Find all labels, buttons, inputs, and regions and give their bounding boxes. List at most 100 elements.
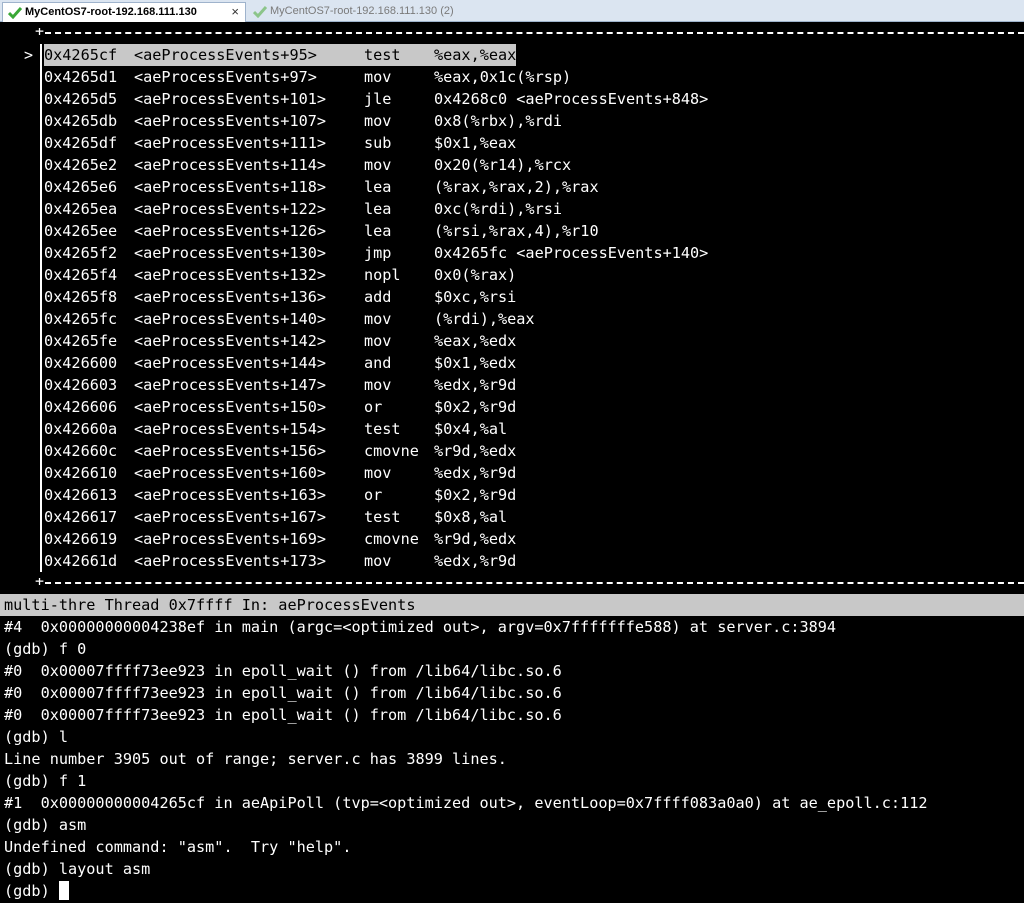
asm-opcode: or	[364, 486, 383, 504]
tab-label: MyCentOS7-root-192.168.111.130 (2)	[270, 5, 454, 17]
asm-opcode: mov	[364, 156, 392, 174]
asm-row: 0x426600 <aeProcessEvents+144> and $0x1,%ed…	[44, 352, 516, 374]
asm-symbol: <aeProcessEvents+101>	[134, 90, 327, 108]
tab-session-1[interactable]: MyCentOS7-root-192.168.111.130 ×	[2, 2, 246, 22]
asm-row: 0x4265fe <aeProcessEvents+142> mov %eax,%ed…	[44, 330, 516, 352]
console-line: (gdb) asm	[4, 816, 87, 834]
asm-opcode: mov	[364, 376, 392, 394]
asm-address: 0x426613	[44, 486, 118, 504]
asm-opcode: jle	[364, 90, 392, 108]
status-line: multi-thre Thread 0x7ffff In: aeProcessE…	[0, 594, 1024, 616]
asm-row: 0x426610 <aeProcessEvents+160> mov %edx,%r9…	[44, 462, 516, 484]
asm-opcode: mov	[364, 332, 392, 350]
asm-operands: $0x1,%edx	[434, 354, 517, 372]
asm-address: 0x4265d1	[44, 68, 118, 86]
asm-opcode: mov	[364, 310, 392, 328]
asm-address: 0x4265ee	[44, 222, 118, 240]
asm-symbol: <aeProcessEvents+107>	[134, 112, 327, 130]
asm-operands: 0x4265fc <aeProcessEvents+140>	[434, 244, 709, 262]
asm-address: 0x4265db	[44, 112, 118, 130]
asm-opcode: cmovne	[364, 442, 419, 460]
asm-row: 0x4265db <aeProcessEvents+107> mov 0x8(%rbx…	[44, 110, 562, 132]
asm-address: 0x426600	[44, 354, 118, 372]
asm-operands: (%rsi,%rax,4),%r10	[434, 222, 599, 240]
asm-operands: 0x0(%rax)	[434, 266, 517, 284]
asm-operands: $0xc,%rsi	[434, 288, 517, 306]
asm-opcode: test	[364, 420, 401, 438]
tab-session-2[interactable]: MyCentOS7-root-192.168.111.130 (2)	[248, 2, 478, 22]
asm-row: 0x42660c <aeProcessEvents+156> cmovne %r9d,…	[44, 440, 516, 462]
asm-pane-left-border	[40, 44, 42, 572]
asm-row: 0x426617 <aeProcessEvents+167> test $0x8,%a…	[44, 506, 507, 528]
console-line: (gdb) f 0	[4, 640, 87, 658]
asm-symbol: <aeProcessEvents+160>	[134, 464, 327, 482]
asm-address: 0x4265cf	[44, 46, 118, 64]
gdb-prompt-line[interactable]: (gdb)	[4, 880, 69, 902]
asm-address: 0x426603	[44, 376, 118, 394]
asm-symbol: <aeProcessEvents+132>	[134, 266, 327, 284]
asm-symbol: <aeProcessEvents+95>	[134, 46, 317, 64]
connected-check-icon	[8, 7, 22, 19]
asm-address: 0x4265e2	[44, 156, 118, 174]
asm-row: 0x4265d1 <aeProcessEvents+97> mov %eax,0x1c…	[44, 66, 571, 88]
asm-address: 0x4265fe	[44, 332, 118, 350]
asm-address: 0x42661d	[44, 552, 118, 570]
asm-symbol: <aeProcessEvents+140>	[134, 310, 327, 328]
console-line: #4 0x00000000004238ef in main (argc=<opt…	[4, 618, 837, 636]
asm-pane-bottom-border: +	[35, 578, 1024, 588]
asm-opcode: jmp	[364, 244, 392, 262]
asm-address: 0x4265d5	[44, 90, 118, 108]
asm-opcode: mov	[364, 552, 392, 570]
asm-opcode: mov	[364, 68, 392, 86]
tab-bar: MyCentOS7-root-192.168.111.130 × MyCentO…	[0, 0, 1024, 22]
asm-operands: 0xc(%rdi),%rsi	[434, 200, 563, 218]
asm-opcode: or	[364, 398, 383, 416]
console-line: #0 0x00007ffff73ee923 in epoll_wait () f…	[4, 662, 562, 680]
gdb-prompt: (gdb)	[4, 882, 59, 900]
asm-address: 0x426619	[44, 530, 118, 548]
asm-row: 0x4265e6 <aeProcessEvents+118> lea (%rax,%r…	[44, 176, 599, 198]
asm-address: 0x4265f4	[44, 266, 118, 284]
asm-symbol: <aeProcessEvents+136>	[134, 288, 327, 306]
text-cursor	[58, 881, 69, 900]
asm-operands: %edx,%r9d	[434, 464, 517, 482]
asm-row: 0x42661d <aeProcessEvents+173> mov %edx,%r9…	[44, 550, 516, 572]
asm-opcode: sub	[364, 134, 392, 152]
asm-opcode: test	[364, 508, 401, 526]
console-line: (gdb) l	[4, 728, 69, 746]
connected-check-icon	[253, 6, 267, 18]
asm-opcode: lea	[364, 178, 392, 196]
asm-operands: $0x2,%r9d	[434, 486, 517, 504]
asm-operands: %edx,%r9d	[434, 552, 517, 570]
asm-row: 0x4265f8 <aeProcessEvents+136> add $0xc,%rs…	[44, 286, 516, 308]
asm-row: 0x426603 <aeProcessEvents+147> mov %edx,%r9…	[44, 374, 516, 396]
console-line: #1 0x00000000004265cf in aeApiPoll (tvp=…	[4, 794, 928, 812]
asm-symbol: <aeProcessEvents+156>	[134, 442, 327, 460]
console-line: (gdb) f 1	[4, 772, 87, 790]
asm-symbol: <aeProcessEvents+130>	[134, 244, 327, 262]
asm-operands: $0x4,%al	[434, 420, 508, 438]
asm-operands: %r9d,%edx	[434, 442, 517, 460]
asm-symbol: <aeProcessEvents+169>	[134, 530, 327, 548]
asm-row: 0x426619 <aeProcessEvents+169> cmovne %r9d,…	[44, 528, 516, 550]
console-line: Line number 3905 out of range; server.c …	[4, 750, 507, 768]
asm-opcode: nopl	[364, 266, 401, 284]
asm-operands: 0x20(%r14),%rcx	[434, 156, 572, 174]
asm-symbol: <aeProcessEvents+167>	[134, 508, 327, 526]
current-instruction-marker: >	[24, 46, 34, 64]
asm-operands: %eax,%edx	[434, 332, 517, 350]
asm-operands: $0x2,%r9d	[434, 398, 517, 416]
asm-operands: $0x8,%al	[434, 508, 508, 526]
terminal-window[interactable]: + > 0x4265cf <aeProcessEvents+95> test %eax…	[0, 22, 1024, 903]
close-icon[interactable]: ×	[231, 3, 239, 21]
asm-opcode: add	[364, 288, 392, 306]
asm-row: 0x4265ee <aeProcessEvents+126> lea (%rsi,%r…	[44, 220, 599, 242]
asm-row: 0x4265ea <aeProcessEvents+122> lea 0xc(%rdi…	[44, 198, 562, 220]
asm-row: 0x426606 <aeProcessEvents+150> or $0x2,%r9d	[44, 396, 516, 418]
asm-pane-top-border: +	[35, 28, 1024, 38]
asm-operands: 0x8(%rbx),%rdi	[434, 112, 563, 130]
asm-address: 0x426617	[44, 508, 118, 526]
asm-opcode: test	[364, 46, 401, 64]
asm-symbol: <aeProcessEvents+142>	[134, 332, 327, 350]
asm-address: 0x4265e6	[44, 178, 118, 196]
